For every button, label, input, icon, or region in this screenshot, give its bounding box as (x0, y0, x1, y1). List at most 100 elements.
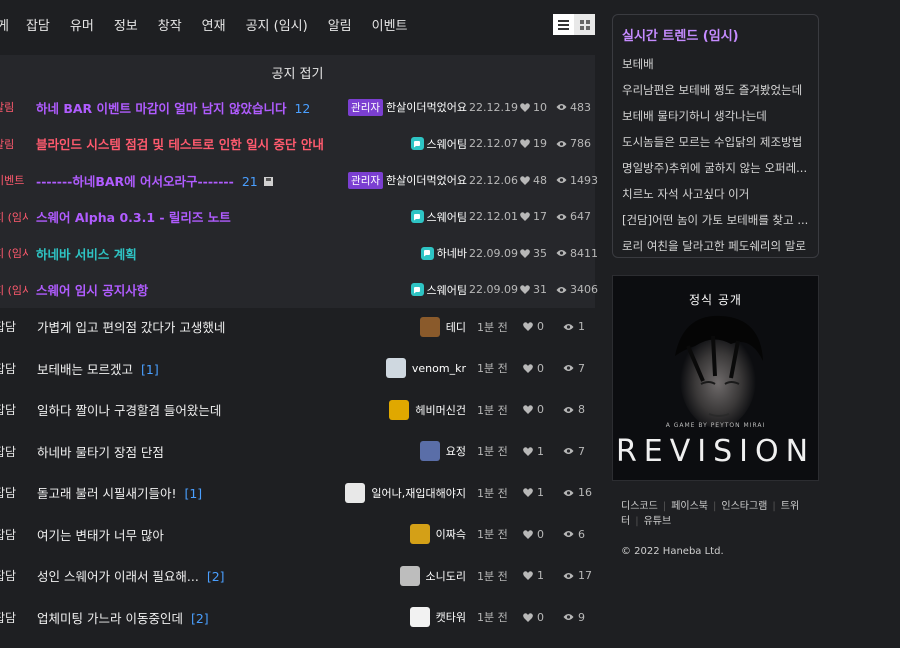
post-row[interactable]: 잡담 가볍게 입고 편의점 갔다가 고생했네 테디 1분 전 0 1 (0, 306, 595, 348)
post-row[interactable]: 잡담 보테배는 모르겠고 [1] venom_kr 1분 전 0 7 (0, 348, 595, 390)
footer-links: 디스코드 | 페이스북 | 인스타그램 | 트위터 | 유튜브 (621, 499, 816, 529)
eye-icon (563, 489, 574, 496)
notice-row[interactable]: 알림 하네 BAR 이벤트 마감이 얼마 남지 않았습니다 12 관리자한살이더먹었어… (0, 89, 595, 126)
notice-author-wrap: 관리자 한살이더먹었어요 (348, 98, 467, 116)
footer-link[interactable]: 페이스북 (671, 501, 708, 512)
list-view-button[interactable] (553, 14, 574, 35)
notice-title[interactable]: 하네바 서비스 계획 (36, 244, 137, 263)
trend-item[interactable]: 명일방주)추위에 굴하지 않는 오퍼레... (622, 160, 814, 186)
notice-author[interactable]: 스웨어팀 (427, 209, 467, 225)
notice-title[interactable]: 스웨어 임시 공지사항 (36, 280, 148, 299)
post-author[interactable]: 요정 (446, 443, 466, 459)
tab-1[interactable]: 잡담 (26, 15, 50, 34)
post-author[interactable]: 이짜슥 (436, 526, 466, 542)
post-title[interactable]: 가볍게 입고 편의점 갔다가 고생했네 (37, 317, 225, 336)
heart-icon (523, 405, 533, 415)
post-author[interactable]: 일어나,재입대해야지 (371, 485, 466, 501)
eye-icon (563, 572, 574, 579)
staff-badge-icon (410, 137, 424, 151)
post-author[interactable]: 캣타워 (436, 609, 466, 625)
notice-title[interactable]: 하네 BAR 이벤트 마감이 얼마 남지 않았습니다 12 (36, 98, 310, 117)
notice-row[interactable]: 지 (임시) 스웨어 임시 공지사항 스웨어팀22.09.09 31 3406 (0, 272, 598, 309)
post-time: 1분 전 (477, 486, 508, 500)
notice-category: 알림 (0, 101, 15, 115)
notice-likes-count: 19 (533, 137, 547, 151)
post-title[interactable]: 여기는 변태가 너무 많아 (37, 525, 164, 544)
post-author[interactable]: 헤비머신건 (415, 402, 466, 418)
grid-view-button[interactable] (574, 14, 595, 35)
game-banner[interactable]: 정식 공개 A GAME BY PEYTON MIRAI REVISION (612, 275, 819, 481)
admin-badge: 관리자 (348, 98, 384, 116)
post-title[interactable]: 업체미팅 가느라 이동중인데 [2] (37, 608, 209, 627)
post-row[interactable]: 잡담 하네바 물타기 장점 단점 요정 1분 전 1 7 (0, 431, 595, 473)
tab-8[interactable]: 이벤트 (372, 15, 408, 34)
trend-item[interactable]: 로리 여친을 달라고한 페도쉐리의 말로 (622, 238, 814, 264)
notice-author[interactable]: 하네바 (437, 245, 467, 261)
eye-icon (563, 531, 574, 538)
footer-link[interactable]: 인스타그램 (721, 501, 767, 512)
post-author-wrap: 헤비머신건 (389, 399, 466, 420)
notice-category: 지 (임시) (0, 247, 28, 261)
notice-views: 483 (556, 101, 591, 114)
board-tabs: 게 잡담 유머 정보 창작 연재 공지 (임시) 알림 이벤트 (0, 0, 600, 48)
post-time: 1분 전 (477, 611, 508, 625)
post-title[interactable]: 돌고래 불러 시필새기들아! [1] (37, 483, 202, 502)
post-time: 1분 전 (477, 528, 508, 542)
notice-author[interactable]: 스웨어팀 (427, 136, 467, 152)
notice-title[interactable]: 블라인드 시스템 점검 및 테스트로 인한 일시 중단 안내 (36, 134, 324, 153)
tab-3[interactable]: 정보 (114, 15, 138, 34)
notice-title[interactable]: -------하네BAR에 어서오라구------- 21 (36, 171, 273, 190)
post-views: 1 (563, 320, 585, 333)
notice-row[interactable]: 이벤트 -------하네BAR에 어서오라구------- 21 관리자한살이더먹었… (0, 162, 598, 199)
footer-link[interactable]: 유튜브 (644, 516, 672, 527)
footer-link[interactable]: 디스코드 (621, 501, 658, 512)
tab-5[interactable]: 연재 (202, 15, 226, 34)
notice-title-text: 스웨어 Alpha 0.3.1 - 릴리즈 노트 (36, 210, 231, 226)
post-views-count: 6 (578, 527, 585, 541)
tab-4[interactable]: 창작 (158, 15, 182, 34)
heart-icon (523, 363, 533, 373)
heart-icon (523, 612, 533, 622)
post-title[interactable]: 일하다 짤이나 구경할겸 들어왔는데 (37, 400, 221, 419)
trend-item[interactable]: 도시놈들은 모르는 수입닭의 제조방법 (622, 134, 814, 160)
notice-author[interactable]: 한살이더먹었어요 (386, 172, 467, 188)
notice-row[interactable]: 알림 블라인드 시스템 점검 및 테스트로 인한 일시 중단 안내 스웨어팀22.1… (0, 126, 595, 163)
tab-2[interactable]: 유머 (70, 15, 94, 34)
post-title[interactable]: 보테배는 모르겠고 [1] (37, 359, 159, 378)
notice-row[interactable]: 지 (임시) 하네바 서비스 계획 하네바22.09.09 35 8411 (0, 235, 598, 272)
notice-views: 1493 (556, 174, 598, 187)
post-row[interactable]: 잡담 업체미팅 가느라 이동중인데 [2] 캣타워 1분 전 0 9 (0, 597, 595, 639)
post-views-count: 16 (578, 486, 592, 500)
tab-0[interactable]: 게 (0, 15, 9, 34)
trend-item[interactable]: 치르노 자석 사고싶다 이거 (622, 186, 814, 212)
trend-item[interactable]: 보테배 물타기하니 생각나는데 (622, 108, 814, 134)
tab-6[interactable]: 공지 (임시) (246, 15, 308, 34)
post-title[interactable]: 하네바 물타기 장점 단점 (37, 442, 164, 461)
eye-icon (556, 177, 567, 184)
post-title[interactable]: 성인 스웨어가 이래서 필요해... [2] (37, 566, 225, 585)
post-author[interactable]: 소니도리 (426, 568, 466, 584)
avatar (419, 316, 440, 337)
notice-collapse-button[interactable]: 공지 접기 (0, 55, 595, 89)
staff-badge-icon (420, 246, 434, 260)
trend-item[interactable]: 우리남편은 보테배 쩡도 즐겨봤었는데 (622, 82, 814, 108)
post-row[interactable]: 잡담 성인 스웨어가 이래서 필요해... [2] 소니도리 1분 전 1 17 (0, 555, 595, 597)
notice-title[interactable]: 스웨어 Alpha 0.3.1 - 릴리즈 노트 (36, 207, 231, 226)
tab-7[interactable]: 알림 (328, 15, 352, 34)
post-row[interactable]: 잡담 일하다 짤이나 구경할겸 들어왔는데 헤비머신건 1분 전 0 8 (0, 389, 595, 431)
trend-item[interactable]: [건담]어떤 놈이 가토 보테배를 찾고 ... (622, 212, 814, 238)
notice-row[interactable]: 지 (임시) 스웨어 Alpha 0.3.1 - 릴리즈 노트 스웨어팀22.12.… (0, 199, 595, 236)
post-likes-count: 1 (537, 569, 544, 583)
notice-date: 22.12.07 (469, 137, 518, 151)
comment-count: [1] (184, 486, 203, 502)
post-title-text: 보테배는 모르겠고 (37, 361, 133, 377)
notice-list: 알림하네 BAR 이벤트 마감이 얼마 남지 않았습니다12관리자한살이더먹었어… (0, 89, 598, 309)
post-author[interactable]: 테디 (446, 319, 466, 335)
heart-icon (520, 248, 530, 258)
post-author[interactable]: venom_kr (412, 362, 466, 375)
post-row[interactable]: 잡담 여기는 변태가 너무 많아 이짜슥 1분 전 0 6 (0, 514, 595, 556)
trend-item[interactable]: 보테배 (622, 56, 814, 82)
post-row[interactable]: 잡담 돌고래 불러 시필새기들아! [1] 일어나,재입대해야지 1분 전 1 16 (0, 472, 595, 514)
notice-author[interactable]: 스웨어팀 (427, 282, 467, 298)
notice-author[interactable]: 한살이더먹었어요 (386, 99, 467, 115)
